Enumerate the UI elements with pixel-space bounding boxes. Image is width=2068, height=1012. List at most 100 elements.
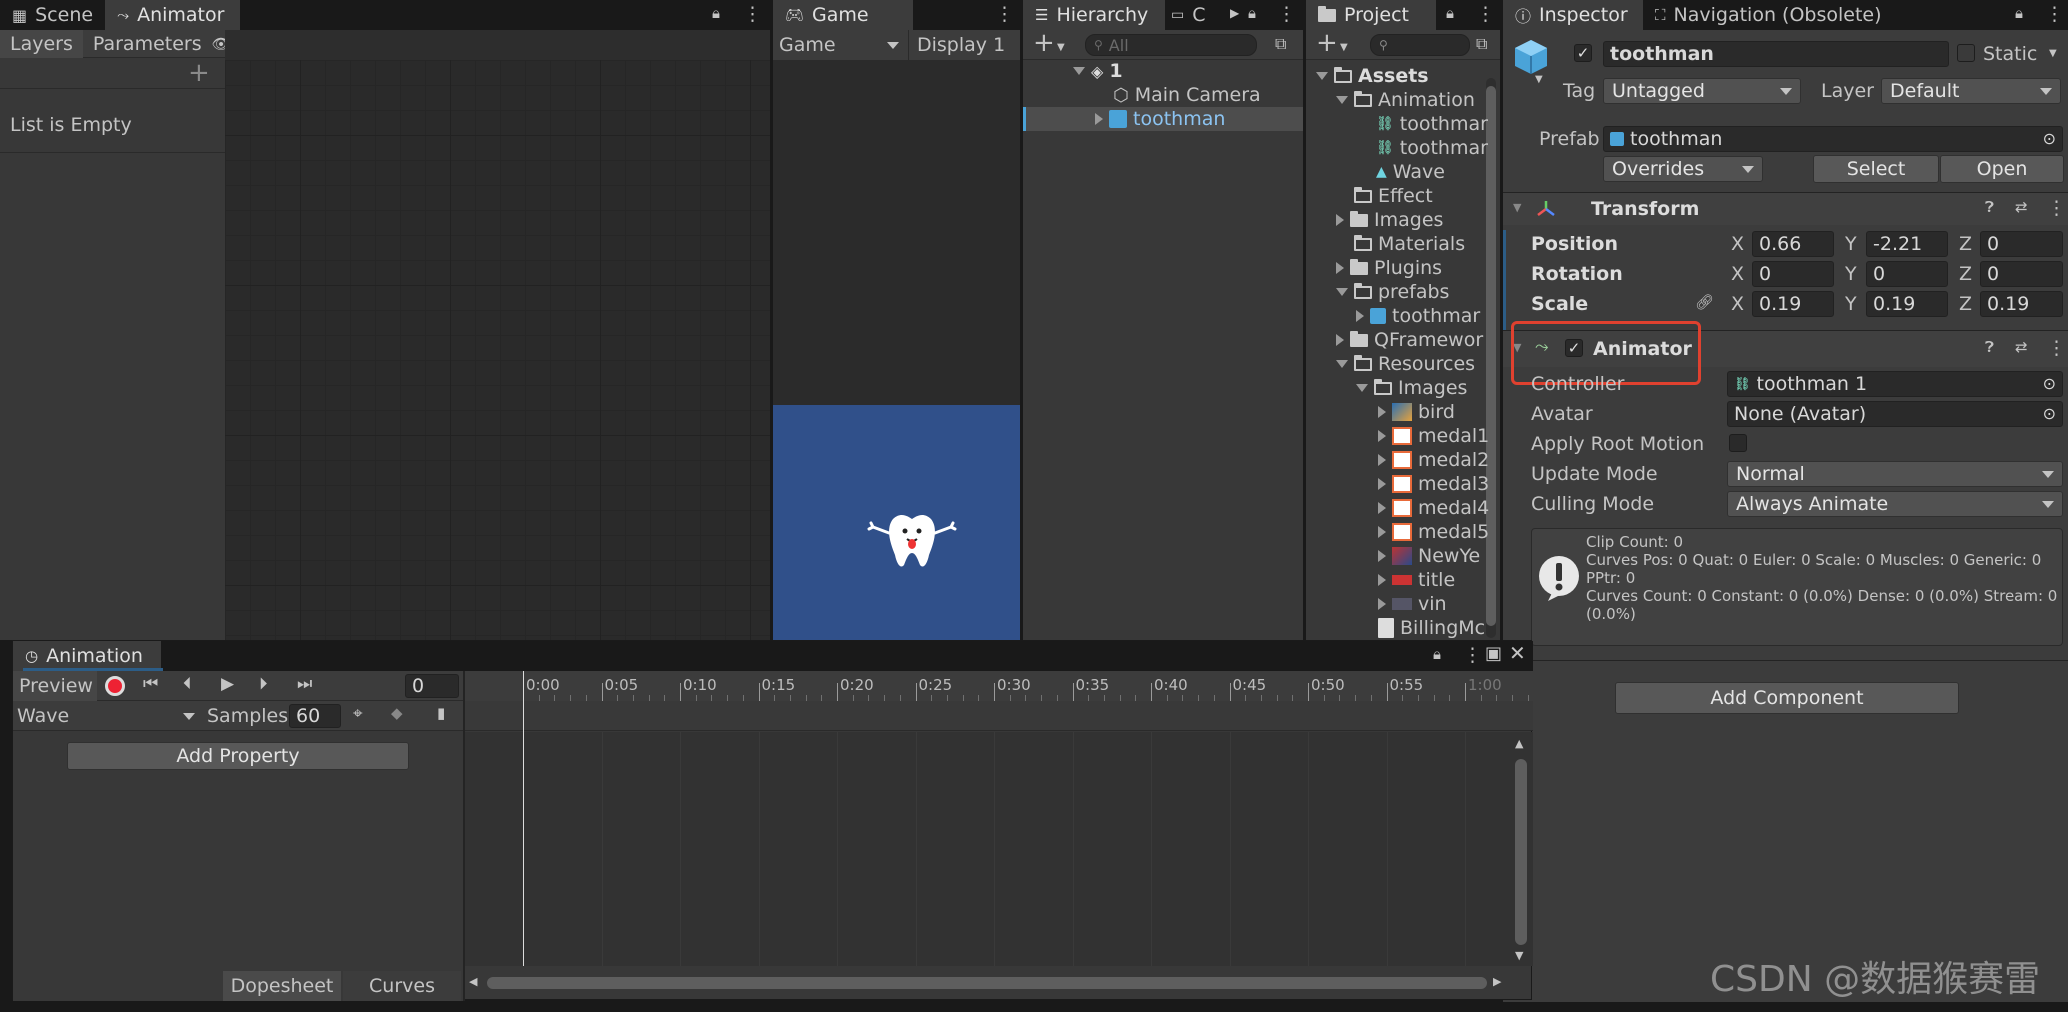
tree-item-sprite[interactable]: NewYe bbox=[1378, 544, 1480, 568]
tree-item-materials[interactable]: Materials bbox=[1354, 232, 1465, 256]
object-picker-icon[interactable]: ⊙ bbox=[2043, 374, 2056, 393]
dopesheet-tab[interactable]: Dopesheet bbox=[223, 971, 341, 1001]
tree-item-sprite[interactable]: medal4 bbox=[1378, 496, 1489, 520]
animator-graph-canvas[interactable] bbox=[225, 60, 770, 640]
rotation-z-field[interactable]: 0 bbox=[1980, 261, 2063, 287]
scroll-up-icon[interactable]: ▲ bbox=[1515, 737, 1523, 750]
eye-icon[interactable]: 👁︎ bbox=[212, 35, 225, 53]
prev-keyframe-icon[interactable]: ⏴ bbox=[183, 674, 192, 694]
current-frame-field[interactable]: 0 bbox=[405, 674, 459, 698]
overrides-dropdown[interactable]: Overrides bbox=[1603, 156, 1763, 182]
apply-root-motion-checkbox[interactable] bbox=[1729, 434, 1747, 452]
culling-mode-dropdown[interactable]: Always Animate bbox=[1727, 491, 2063, 517]
dopesheet-area[interactable] bbox=[465, 732, 1533, 966]
samples-field[interactable]: 60 bbox=[289, 704, 341, 728]
component-menu-icon[interactable] bbox=[2047, 337, 2066, 359]
chevron-down-icon[interactable]: ▼ bbox=[1340, 42, 1348, 53]
tab-game[interactable]: 🎮︎ Game bbox=[773, 0, 913, 30]
object-picker-icon[interactable]: ⊙ bbox=[2043, 129, 2056, 148]
scroll-down-icon[interactable]: ▼ bbox=[1515, 949, 1523, 962]
tab-scene[interactable]: ▦ Scene bbox=[0, 0, 105, 30]
axis-x-label[interactable]: X bbox=[1731, 263, 1744, 285]
timeline-ruler[interactable]: 0:00 0:05 0:10 0:15 0:20 0:25 0:30 0:35 0:40 0:45… bbox=[465, 671, 1533, 701]
tab-console[interactable]: ▭ C bbox=[1165, 0, 1212, 30]
tab-project[interactable]: Project bbox=[1306, 0, 1436, 30]
position-y-field[interactable]: -2.21 bbox=[1866, 231, 1948, 257]
lock-icon[interactable]: 🔒︎ bbox=[1446, 4, 1454, 22]
help-icon[interactable]: ❓︎ bbox=[1985, 198, 1994, 216]
event-track[interactable] bbox=[465, 701, 1533, 731]
tree-item-clip[interactable]: ▲ Wave bbox=[1376, 160, 1445, 184]
tree-item-res-images[interactable]: Images bbox=[1356, 376, 1467, 400]
preview-toggle[interactable]: Preview bbox=[13, 671, 97, 701]
axis-z-label[interactable]: Z bbox=[1959, 293, 1972, 315]
clip-dropdown[interactable]: Wave bbox=[13, 701, 199, 731]
update-mode-dropdown[interactable]: Normal bbox=[1727, 461, 2063, 487]
chevron-down-icon[interactable]: ▼ bbox=[1535, 74, 1543, 85]
scrollbar-thumb[interactable] bbox=[1515, 759, 1527, 945]
open-button[interactable]: Open bbox=[1940, 155, 2064, 183]
scroll-right-icon[interactable]: ▶ bbox=[1493, 975, 1501, 988]
search-by-type-icon[interactable]: ⧉ bbox=[1476, 34, 1487, 54]
axis-z-label[interactable]: Z bbox=[1959, 233, 1972, 255]
scale-z-field[interactable]: 0.19 bbox=[1980, 291, 2063, 317]
hierarchy-search-input[interactable]: ⚲ All bbox=[1085, 34, 1257, 56]
more-menu-icon[interactable] bbox=[1476, 3, 1495, 25]
maximize-icon[interactable]: ▣ bbox=[1485, 643, 1502, 664]
tab-layers[interactable]: Layers bbox=[0, 30, 83, 58]
axis-x-label[interactable]: X bbox=[1731, 233, 1744, 255]
scene-root-row[interactable]: ◈ 1 bbox=[1073, 59, 1303, 83]
axis-z-label[interactable]: Z bbox=[1959, 263, 1972, 285]
tree-item-images[interactable]: Images bbox=[1336, 208, 1443, 232]
add-layer-icon[interactable]: + bbox=[188, 58, 210, 88]
last-keyframe-icon[interactable]: ⏭ bbox=[297, 674, 312, 694]
controller-field[interactable]: ⛓ toothman 1 ⊙ bbox=[1727, 371, 2063, 397]
vertical-scrollbar[interactable]: ▲ ▼ bbox=[1513, 737, 1529, 969]
add-property-button[interactable]: Add Property bbox=[67, 742, 409, 770]
add-component-button[interactable]: Add Component bbox=[1615, 682, 1959, 714]
tree-item-sprite[interactable]: title bbox=[1378, 568, 1455, 592]
axis-y-label[interactable]: Y bbox=[1845, 263, 1857, 285]
position-x-field[interactable]: 0.66 bbox=[1752, 231, 1834, 257]
select-button[interactable]: Select bbox=[1813, 155, 1939, 183]
tag-dropdown[interactable]: Untagged bbox=[1603, 78, 1801, 104]
curves-tab[interactable]: Curves bbox=[343, 971, 461, 1001]
tab-inspector[interactable]: ⓘ Inspector bbox=[1503, 0, 1643, 30]
more-menu-icon[interactable] bbox=[2045, 3, 2064, 25]
axis-x-label[interactable]: X bbox=[1731, 293, 1744, 315]
tree-item-resources[interactable]: Resources bbox=[1336, 352, 1475, 376]
play-icon[interactable]: ▶ bbox=[221, 674, 234, 694]
hierarchy-item-selected[interactable]: toothman bbox=[1023, 107, 1303, 131]
add-event-marker-icon[interactable]: ▮ bbox=[437, 704, 445, 722]
axis-y-label[interactable]: Y bbox=[1845, 233, 1857, 255]
tree-item-prefabs[interactable]: prefabs bbox=[1336, 280, 1449, 304]
scrollbar-thumb[interactable] bbox=[1486, 86, 1496, 626]
playhead-line[interactable] bbox=[523, 671, 524, 966]
create-icon[interactable]: + bbox=[1316, 30, 1338, 58]
scrollbar-thumb[interactable] bbox=[487, 977, 1487, 989]
tree-item-sprite[interactable]: medal2 bbox=[1378, 448, 1489, 472]
layer-dropdown[interactable]: Default bbox=[1881, 78, 2061, 104]
tree-item-sprite[interactable]: medal1 bbox=[1378, 424, 1489, 448]
tree-item-sprite[interactable]: medal3 bbox=[1378, 472, 1489, 496]
tree-item-qframework[interactable]: QFramewor bbox=[1336, 328, 1483, 352]
tree-item-script[interactable]: BillingMc bbox=[1378, 616, 1485, 640]
hierarchy-item[interactable]: ⬡ Main Camera bbox=[1113, 83, 1261, 107]
tree-item-controller[interactable]: ⛓ toothmar bbox=[1376, 136, 1488, 160]
lock-icon[interactable]: 🔒︎ bbox=[1433, 645, 1441, 663]
first-keyframe-icon[interactable]: ⏮ bbox=[143, 674, 158, 694]
scene-visibility-icon[interactable]: ⧉ bbox=[1275, 34, 1286, 54]
horizontal-scrollbar[interactable]: ◀ ▶ bbox=[469, 975, 1509, 991]
rotation-y-field[interactable]: 0 bbox=[1866, 261, 1948, 287]
preset-icon[interactable]: ⇄ bbox=[2015, 198, 2028, 216]
game-view-canvas[interactable] bbox=[773, 405, 1020, 640]
tree-item-effect[interactable]: Effect bbox=[1354, 184, 1433, 208]
tree-item-controller[interactable]: ⛓ toothmar bbox=[1376, 112, 1488, 136]
rotation-x-field[interactable]: 0 bbox=[1752, 261, 1834, 287]
project-search-input[interactable]: ⚲ bbox=[1370, 34, 1470, 56]
add-event-icon[interactable]: ◆ bbox=[391, 704, 403, 722]
transform-header[interactable]: ▼ Transform ❓︎ ⇄ bbox=[1503, 193, 2068, 225]
axis-y-label[interactable]: Y bbox=[1845, 293, 1857, 315]
object-picker-icon[interactable]: ⊙ bbox=[2043, 404, 2056, 423]
static-checkbox[interactable] bbox=[1957, 44, 1975, 62]
